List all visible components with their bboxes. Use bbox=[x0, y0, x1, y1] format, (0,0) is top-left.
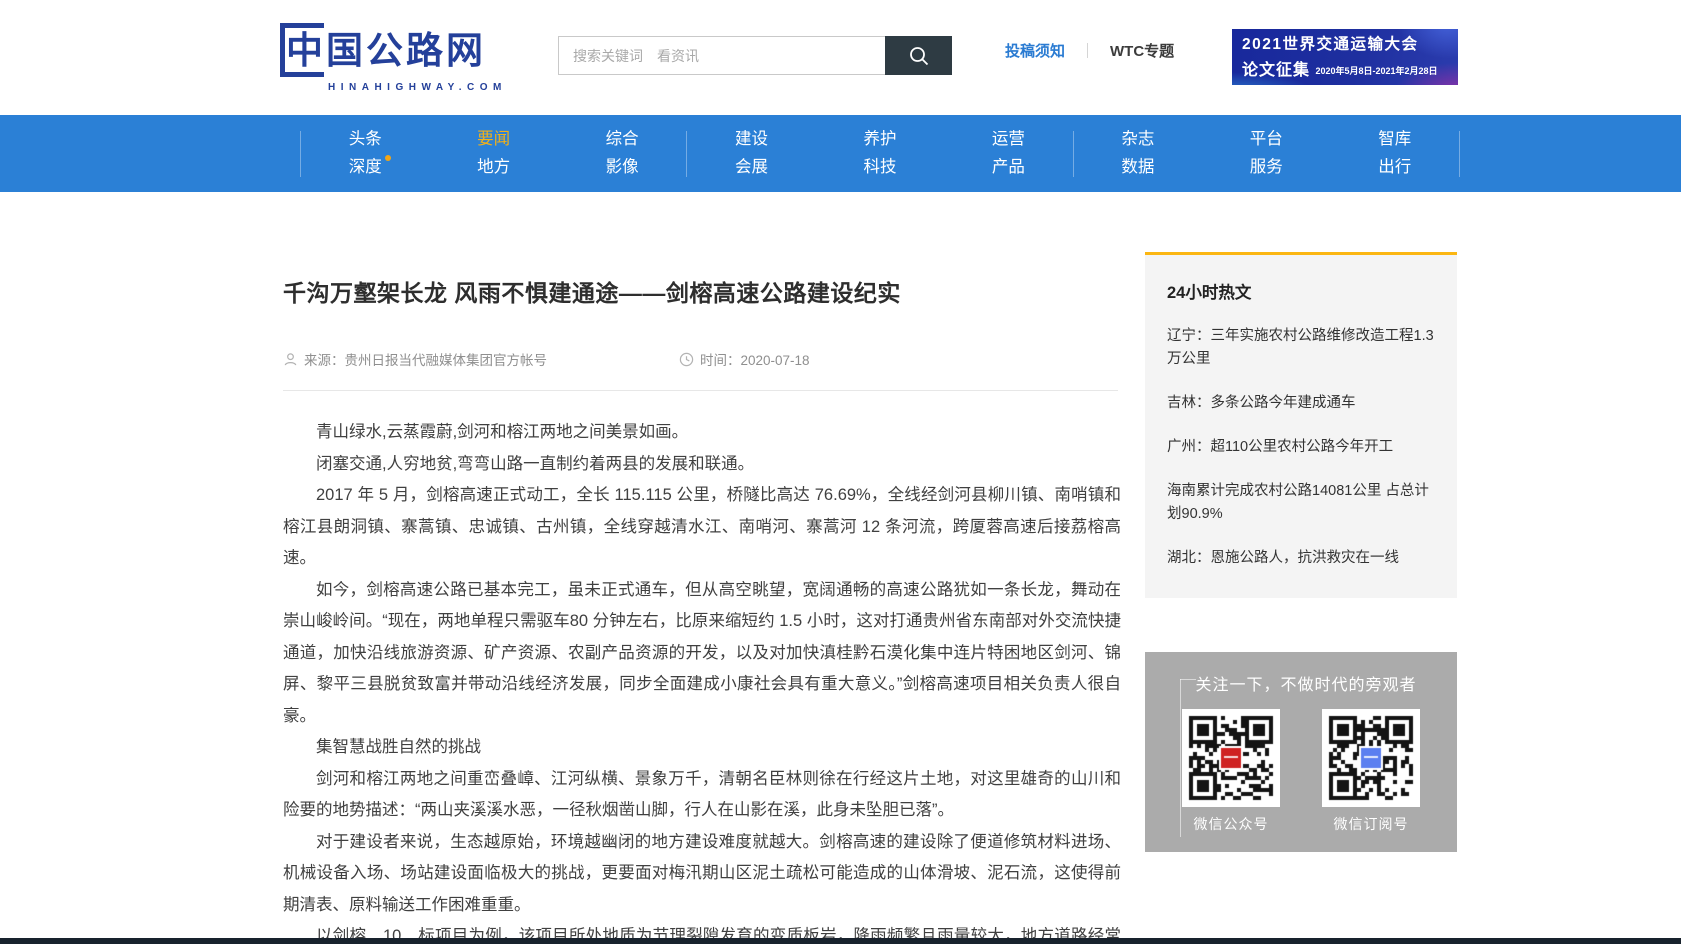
nav-link-zhiku[interactable]: 智库 bbox=[1378, 130, 1411, 150]
hot-article-link[interactable]: 海南累计完成农村公路14081公里 占总计划90.9% bbox=[1167, 480, 1435, 526]
nav-link-toutiao[interactable]: 头条 bbox=[349, 130, 382, 150]
nav-item-jianshe-huizhan: 建设 会展 bbox=[687, 115, 815, 192]
nav-divider bbox=[1459, 131, 1460, 177]
qr-row: 微信公众号 微信订阅号 bbox=[1165, 709, 1437, 834]
article-paragraph: 剑河和榕江两地之间重峦叠嶂、江河纵横、景象万千，清朝名臣林则徐在行经这片土地，对… bbox=[283, 764, 1121, 827]
article-source: 来源：贵州日报当代融媒体集团官方帐号 bbox=[283, 349, 547, 369]
header-links: 投稿须知 WTC专题 bbox=[1005, 40, 1174, 61]
hot-article-link[interactable]: 湖北：恩施公路人，抗洪救灾在一线 bbox=[1167, 547, 1435, 570]
follow-panel: 关注一下，不做时代的旁观者 微信公众号 微信订阅号 bbox=[1145, 652, 1457, 852]
nav-link-jianshe[interactable]: 建设 bbox=[735, 130, 768, 150]
bottom-bar bbox=[0, 938, 1681, 944]
nav-link-shendu[interactable]: 深度 bbox=[349, 158, 382, 178]
follow-title: 关注一下，不做时代的旁观者 bbox=[1175, 671, 1437, 695]
article-paragraph: 集智慧战胜自然的挑战 bbox=[283, 732, 1121, 764]
wtc-banner-ad[interactable]: 2021世界交通运输大会 论文征集 2020年5月8日-2021年2月28日 bbox=[1232, 29, 1458, 85]
wtc-topic-link[interactable]: WTC专题 bbox=[1110, 40, 1174, 61]
nav-link-fuwu[interactable]: 服务 bbox=[1250, 158, 1283, 178]
article-body: 青山绿水,云蒸霞蔚,剑河和榕江两地之间美景如画。 闭塞交通,人穷地贫,弯弯山路一… bbox=[283, 417, 1121, 944]
hot-article-link[interactable]: 吉林：多条公路今年建成通车 bbox=[1167, 392, 1435, 415]
clock-icon bbox=[679, 352, 694, 367]
nav-link-shuju[interactable]: 数据 bbox=[1121, 158, 1154, 178]
article-divider bbox=[283, 390, 1118, 391]
main-nav: 头条 深度 要闻 地方 综合 影像 建设 会展 养护 科技 运营 产品 bbox=[0, 115, 1681, 192]
qr-label-subscribe: 微信订阅号 bbox=[1334, 814, 1409, 834]
logo-title: 中国公路网 bbox=[286, 32, 486, 69]
qr-frame bbox=[1182, 709, 1280, 807]
nav-link-zonghe[interactable]: 综合 bbox=[606, 130, 639, 150]
hot-article-link[interactable]: 广州：超110公里农村公路今年开工 bbox=[1167, 436, 1435, 459]
search-button[interactable] bbox=[885, 36, 952, 75]
wechat-public-account-qr bbox=[1187, 714, 1275, 802]
hot-article-link[interactable]: 辽宁：三年实施农村公路维修改造工程1.3万公里 bbox=[1167, 325, 1435, 371]
article-paragraph: 如今，剑榕高速公路已基本完工，虽未正式通车，但从高空眺望，宽阔通畅的高速公路犹如… bbox=[283, 575, 1121, 733]
site-header: 中国公路网 HINAHIGHWAY.COM 投稿须知 WTC专题 2021世界交… bbox=[0, 0, 1681, 115]
nav-link-chuxing[interactable]: 出行 bbox=[1378, 158, 1411, 178]
site-logo[interactable]: 中国公路网 HINAHIGHWAY.COM bbox=[280, 22, 507, 93]
article-paragraph: 2017 年 5 月，剑榕高速正式动工，全长 115.115 公里，桥隧比高达 … bbox=[283, 480, 1121, 575]
search-input[interactable] bbox=[558, 36, 885, 75]
nav-inner: 头条 深度 要闻 地方 综合 影像 建设 会展 养护 科技 运营 产品 bbox=[300, 115, 1460, 192]
follow-frame-decoration bbox=[1180, 679, 1181, 837]
article-paragraph: 闭塞交通,人穷地贫,弯弯山路一直制约着两县的发展和联通。 bbox=[283, 449, 1121, 481]
new-dot-icon bbox=[385, 155, 391, 161]
nav-item-zhiku-chuxing: 智库 出行 bbox=[1331, 115, 1459, 192]
submission-notice-link[interactable]: 投稿须知 bbox=[1005, 40, 1065, 61]
nav-link-zazhi[interactable]: 杂志 bbox=[1121, 130, 1154, 150]
search-bar bbox=[558, 36, 952, 75]
nav-link-yanghu[interactable]: 养护 bbox=[863, 130, 896, 150]
banner-line2: 论文征集 2020年5月8日-2021年2月28日 bbox=[1242, 56, 1450, 80]
nav-link-yingxiang[interactable]: 影像 bbox=[606, 158, 639, 178]
person-icon bbox=[283, 352, 298, 367]
wechat-subscription-qr bbox=[1327, 714, 1415, 802]
article-paragraph: 青山绿水,云蒸霞蔚,剑河和榕江两地之间美景如画。 bbox=[283, 417, 1121, 449]
nav-item-yaowen-difang: 要闻 地方 bbox=[429, 115, 557, 192]
page: 中国公路网 HINAHIGHWAY.COM 投稿须知 WTC专题 2021世界交… bbox=[0, 0, 1681, 944]
article-time: 时间：2020-07-18 bbox=[679, 349, 810, 369]
banner-line1: 2021世界交通运输大会 bbox=[1242, 32, 1450, 54]
qr-card-public: 微信公众号 bbox=[1182, 709, 1280, 834]
article-title: 千沟万壑架长龙 风雨不惧建通途——剑榕高速公路建设纪实 bbox=[283, 274, 1123, 308]
hot-articles-title: 24小时热文 bbox=[1167, 279, 1435, 303]
nav-item-yunying-chanpin: 运营 产品 bbox=[944, 115, 1072, 192]
article-meta: 来源：贵州日报当代融媒体集团官方帐号 时间：2020-07-18 bbox=[283, 349, 1123, 369]
qr-frame bbox=[1322, 709, 1420, 807]
nav-link-chanpin[interactable]: 产品 bbox=[992, 158, 1025, 178]
link-separator bbox=[1087, 43, 1088, 58]
article-paragraph: 对于建设者来说，生态越原始，环境越幽闭的地方建设难度就越大。剑榕高速的建设除了便… bbox=[283, 827, 1121, 922]
qr-card-subscribe: 微信订阅号 bbox=[1322, 709, 1420, 834]
logo-subtitle: HINAHIGHWAY.COM bbox=[328, 82, 507, 93]
banner-dates: 2020年5月8日-2021年2月28日 bbox=[1315, 66, 1437, 76]
search-icon bbox=[907, 44, 931, 68]
nav-item-yanghu-keji: 养护 科技 bbox=[816, 115, 944, 192]
nav-link-keji[interactable]: 科技 bbox=[863, 158, 896, 178]
nav-link-pingtai[interactable]: 平台 bbox=[1250, 130, 1283, 150]
hot-articles-panel: 24小时热文 辽宁：三年实施农村公路维修改造工程1.3万公里 吉林：多条公路今年… bbox=[1145, 252, 1457, 598]
nav-link-yaowen-active[interactable]: 要闻 bbox=[477, 130, 510, 150]
nav-item-toutiao-shendu: 头条 深度 bbox=[301, 115, 429, 192]
qr-label-public: 微信公众号 bbox=[1194, 814, 1269, 834]
nav-item-zazhi-shuju: 杂志 数据 bbox=[1074, 115, 1202, 192]
nav-link-difang[interactable]: 地方 bbox=[477, 158, 510, 178]
nav-link-huizhan[interactable]: 会展 bbox=[735, 158, 768, 178]
nav-item-pingtai-fuwu: 平台 服务 bbox=[1202, 115, 1330, 192]
nav-item-zonghe-yingxiang: 综合 影像 bbox=[558, 115, 686, 192]
nav-link-yunying[interactable]: 运营 bbox=[992, 130, 1025, 150]
